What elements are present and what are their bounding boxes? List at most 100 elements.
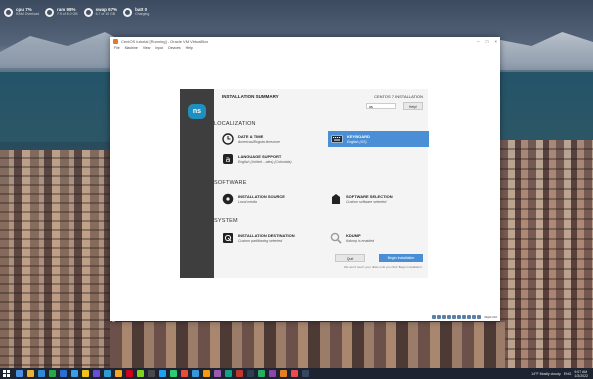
svg-text:a: a xyxy=(226,155,231,164)
spoke-software-selection[interactable]: SOFTWARE SELECTION Custom software select… xyxy=(330,193,393,205)
taskbar-app-icon[interactable] xyxy=(280,370,287,377)
shared-folder-status-icon[interactable] xyxy=(457,315,462,319)
taskbar-app-icon[interactable] xyxy=(104,370,111,377)
mouse-integration-icon[interactable] xyxy=(477,315,482,319)
product-title: CENTOS 7 INSTALLATION xyxy=(374,94,423,99)
menu-machine[interactable]: Machine xyxy=(125,46,138,50)
harddisk-status-icon[interactable] xyxy=(432,315,437,319)
gauge-ring-icon xyxy=(123,7,133,17)
gauge-caption: Charging xyxy=(135,12,150,16)
help-button[interactable]: Help! xyxy=(403,102,423,110)
taskbar-app-icon[interactable] xyxy=(27,370,34,377)
taskbar-app-icon[interactable] xyxy=(126,370,133,377)
taskbar-app-icon[interactable] xyxy=(82,370,89,377)
page-title: INSTALLATION SUMMARY xyxy=(222,94,279,99)
spoke-date-time[interactable]: DATE & TIME Americas/Bogota timezone xyxy=(222,133,280,145)
menu-input[interactable]: Input xyxy=(155,46,163,50)
taskbar-app-icon[interactable] xyxy=(159,370,166,377)
gauge-ring-icon xyxy=(4,7,13,17)
keyboard-layout-indicator[interactable]: us xyxy=(366,103,396,109)
quit-button[interactable]: Quit xyxy=(335,254,365,262)
spoke-installation-destination[interactable]: INSTALLATION DESTINATION Custom partition… xyxy=(222,232,295,244)
taskbar-clock[interactable]: 9:07 AM 1/3/2022 xyxy=(574,370,588,378)
section-localization: LOCALIZATION xyxy=(214,121,256,127)
spoke-language-support[interactable]: a LANGUAGE SUPPORT English (United ...ate… xyxy=(222,153,292,165)
vm-statusbar: Right Ctrl xyxy=(432,315,497,319)
gauge-cpu: cpu 7% RAM Overload xyxy=(4,4,39,20)
harddisk-icon xyxy=(222,232,234,244)
weather-text[interactable]: 14°F Mostly cloudy xyxy=(531,372,561,376)
installer-action-buttons: Quit Begin Installation xyxy=(335,254,423,262)
taskbar-app-icon[interactable] xyxy=(203,370,210,377)
language-indicator[interactable]: ENG xyxy=(564,372,572,376)
disc-icon xyxy=(222,193,234,205)
spoke-kdump[interactable]: KDUMP Kdump is enabled xyxy=(330,232,374,244)
menu-file[interactable]: File xyxy=(114,46,120,50)
installer-sidebar: ns xyxy=(180,89,214,278)
window-titlebar[interactable]: CentOS tutorial [Running] - Oracle VM Vi… xyxy=(110,37,500,45)
spoke-keyboard[interactable]: KEYBOARD English (US) xyxy=(328,131,429,147)
install-footnote: We won't touch your disks until you clic… xyxy=(343,265,423,269)
spoke-installation-source[interactable]: INSTALLATION SOURCE Local media xyxy=(222,193,285,205)
taskbar-app-icon[interactable] xyxy=(93,370,100,377)
logo-text: ns xyxy=(192,108,202,115)
display-status-icon[interactable] xyxy=(462,315,467,319)
taskbar-app-icon[interactable] xyxy=(60,370,67,377)
gauge-ring-icon xyxy=(83,7,93,17)
taskbar-app-icon[interactable] xyxy=(115,370,122,377)
taskbar-app-icon[interactable] xyxy=(302,370,309,377)
desktop-gauge-widgets: cpu 7% RAM Overload ram 98% 7.9 of 8.0 GB … xyxy=(4,4,149,20)
menu-devices[interactable]: Devices xyxy=(168,46,180,50)
audio-status-icon[interactable] xyxy=(442,315,447,319)
taskbar-app-icon[interactable] xyxy=(49,370,56,377)
cpu-status-icon[interactable] xyxy=(472,315,477,319)
virtualbox-icon xyxy=(113,38,118,44)
taskbar-app-icon[interactable] xyxy=(38,370,45,377)
wallpaper-city-left xyxy=(0,150,115,370)
spoke-name: KEYBOARD xyxy=(347,134,370,139)
menu-help[interactable]: Help xyxy=(186,46,193,50)
spoke-name: INSTALLATION DESTINATION xyxy=(238,233,295,238)
begin-installation-button[interactable]: Begin Installation xyxy=(379,254,423,262)
spoke-name: SOFTWARE SELECTION xyxy=(346,194,393,199)
taskbar-app-icon[interactable] xyxy=(170,370,177,377)
start-button-icon[interactable] xyxy=(3,370,10,377)
taskbar-app-icon[interactable] xyxy=(258,370,265,377)
taskbar-app-icon[interactable] xyxy=(16,370,23,377)
spoke-status: Custom partitioning selected xyxy=(238,239,283,243)
menu-view[interactable]: View xyxy=(143,46,151,50)
spoke-status: Kdump is enabled xyxy=(346,239,375,243)
gauge-caption: 7.9 of 8.0 GB xyxy=(56,12,78,16)
host-key-label: Right Ctrl xyxy=(484,315,497,319)
taskbar-app-icon[interactable] xyxy=(192,370,199,377)
maximize-button[interactable]: □ xyxy=(486,39,489,44)
package-icon xyxy=(330,193,342,205)
virtualbox-window: CentOS tutorial [Running] - Oracle VM Vi… xyxy=(110,37,500,321)
taskbar-app-icon[interactable] xyxy=(137,370,144,377)
taskbar-app-icon[interactable] xyxy=(214,370,221,377)
search-icon xyxy=(330,232,342,244)
taskbar-app-icon[interactable] xyxy=(181,370,188,377)
spoke-status: English (United ...ates) (Colombia) xyxy=(238,160,292,164)
usb-status-icon[interactable] xyxy=(452,315,457,319)
minimize-button[interactable]: – xyxy=(477,39,480,44)
optical-status-icon[interactable] xyxy=(437,315,442,319)
gauge-swap: swap 67% 6.7 of 10 GB xyxy=(83,4,117,20)
installer-panel: INSTALLATION SUMMARY CENTOS 7 INSTALLATI… xyxy=(214,89,429,278)
close-button[interactable]: × xyxy=(494,39,497,44)
taskbar-app-icon[interactable] xyxy=(291,370,298,377)
taskbar-app-icon[interactable] xyxy=(71,370,78,377)
wallpaper-city-right xyxy=(500,140,593,370)
network-status-icon[interactable] xyxy=(447,315,452,319)
taskbar-app-icon[interactable] xyxy=(148,370,155,377)
wallpaper-city-bottom xyxy=(110,322,505,370)
keyboard-icon xyxy=(331,133,343,145)
taskbar-app-icon[interactable] xyxy=(236,370,243,377)
spoke-name: DATE & TIME xyxy=(238,134,264,139)
taskbar-app-icon[interactable] xyxy=(247,370,254,377)
guest-screen[interactable]: ns INSTALLATION SUMMARY CENTOS 7 INSTALL… xyxy=(180,89,429,278)
spoke-status: Custom software selected xyxy=(346,200,387,204)
recording-status-icon[interactable] xyxy=(467,315,472,319)
taskbar-app-icon[interactable] xyxy=(269,370,276,377)
taskbar-app-icon[interactable] xyxy=(225,370,232,377)
